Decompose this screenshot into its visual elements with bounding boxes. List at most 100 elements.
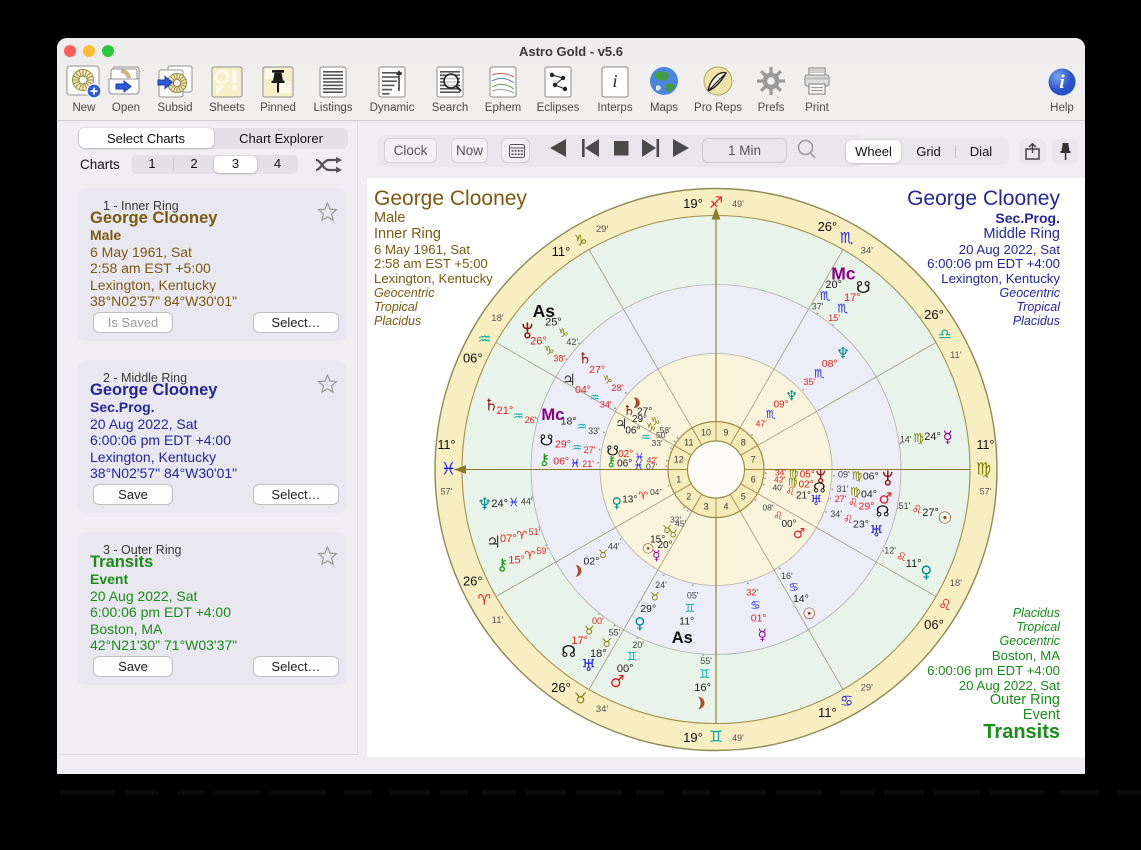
svg-text:51': 51' xyxy=(899,501,911,511)
svg-text:♏: ♏ xyxy=(814,366,824,380)
svg-text:00': 00' xyxy=(592,616,604,626)
svg-text:♈: ♈ xyxy=(638,490,648,503)
svg-text:26': 26' xyxy=(525,415,537,425)
svg-text:♓: ♓ xyxy=(570,456,580,470)
svg-text:45': 45' xyxy=(675,519,686,529)
svg-text:00°: 00° xyxy=(617,663,634,675)
svg-text:06°: 06° xyxy=(463,351,483,366)
svg-text:38': 38' xyxy=(553,354,565,364)
svg-text:51': 51' xyxy=(529,527,541,537)
svg-text:♍: ♍ xyxy=(852,468,862,482)
svg-text:♓: ♓ xyxy=(508,496,519,510)
svg-text:18': 18' xyxy=(950,578,963,589)
svg-text:♈: ♈ xyxy=(517,529,528,543)
svg-text:♆: ♆ xyxy=(477,495,492,514)
svg-text:59': 59' xyxy=(536,546,548,556)
svg-text:♒: ♒ xyxy=(577,420,587,434)
svg-text:34': 34' xyxy=(600,400,612,410)
svg-text:11°: 11° xyxy=(438,438,456,452)
svg-text:06°: 06° xyxy=(924,617,944,632)
svg-text:♂: ♂ xyxy=(610,672,625,691)
svg-text:♍: ♍ xyxy=(850,485,860,499)
svg-text:27°: 27° xyxy=(922,507,939,519)
svg-text:11°: 11° xyxy=(679,616,694,628)
svg-text:28': 28' xyxy=(611,383,623,393)
svg-text:26°: 26° xyxy=(924,307,944,322)
svg-text:♒: ♒ xyxy=(478,330,491,348)
svg-text:♊: ♊ xyxy=(685,601,695,615)
svg-text:As: As xyxy=(672,629,693,647)
svg-text:6: 6 xyxy=(751,475,756,485)
svg-text:34': 34' xyxy=(830,509,842,519)
svg-text:4: 4 xyxy=(723,502,728,512)
svg-text:♑: ♑ xyxy=(574,232,587,250)
svg-text:♍: ♍ xyxy=(976,460,991,480)
svg-text:11°: 11° xyxy=(977,438,995,452)
svg-text:♒: ♒ xyxy=(572,440,582,454)
svg-text:34': 34' xyxy=(861,246,874,257)
svg-text:12': 12' xyxy=(884,546,896,556)
svg-text:7: 7 xyxy=(751,455,756,465)
svg-text:55': 55' xyxy=(700,656,712,666)
svg-text:21': 21' xyxy=(582,459,594,469)
svg-text:24': 24' xyxy=(655,580,667,590)
svg-text:⚷: ⚷ xyxy=(606,454,616,470)
svg-text:☉: ☉ xyxy=(802,605,816,623)
svg-text:18': 18' xyxy=(491,313,504,324)
svg-text:23°: 23° xyxy=(853,518,869,530)
svg-text:10: 10 xyxy=(701,427,711,437)
svg-text:15°: 15° xyxy=(508,554,525,566)
svg-text:♉: ♉ xyxy=(598,547,608,561)
svg-text:21°: 21° xyxy=(796,491,811,502)
svg-text:57': 57' xyxy=(441,487,453,497)
svg-text:♊: ♊ xyxy=(699,667,710,681)
svg-text:18°: 18° xyxy=(561,416,577,428)
svg-text:11: 11 xyxy=(684,437,693,447)
svg-text:♆: ♆ xyxy=(836,345,850,363)
svg-text:14°: 14° xyxy=(793,593,809,605)
svg-text:33': 33' xyxy=(652,438,663,448)
svg-text:27': 27' xyxy=(584,445,596,455)
svg-text:16°: 16° xyxy=(694,682,711,694)
svg-text:05': 05' xyxy=(687,590,699,600)
svg-text:♓: ♓ xyxy=(441,460,456,480)
svg-text:24°: 24° xyxy=(924,431,941,443)
svg-text:♐: ♐ xyxy=(709,193,723,212)
svg-text:♈: ♈ xyxy=(478,591,491,609)
svg-text:06°: 06° xyxy=(553,456,569,468)
svg-text:♂: ♂ xyxy=(879,490,893,508)
svg-text:55': 55' xyxy=(609,627,621,637)
svg-text:11': 11' xyxy=(492,615,504,626)
svg-text:♉: ♉ xyxy=(650,590,660,604)
svg-text:09°: 09° xyxy=(773,400,788,411)
svg-text:00°: 00° xyxy=(781,519,796,530)
svg-text:♌: ♌ xyxy=(773,509,783,522)
svg-text:9: 9 xyxy=(723,427,728,437)
svg-text:32': 32' xyxy=(746,587,758,597)
svg-text:19°: 19° xyxy=(683,730,703,745)
svg-text:♍: ♍ xyxy=(913,431,924,445)
svg-text:♀: ♀ xyxy=(634,615,645,633)
svg-text:15': 15' xyxy=(828,313,840,323)
svg-text:18°: 18° xyxy=(590,648,607,660)
svg-text:26°: 26° xyxy=(463,573,483,588)
svg-text:♅: ♅ xyxy=(870,522,884,540)
svg-text:♏: ♏ xyxy=(766,408,776,421)
svg-text:♈: ♈ xyxy=(525,549,536,563)
svg-text:♀: ♀ xyxy=(920,563,932,582)
svg-text:13°: 13° xyxy=(622,495,637,506)
svg-text:44': 44' xyxy=(521,496,533,506)
svg-text:24°: 24° xyxy=(491,498,508,510)
svg-text:♏: ♏ xyxy=(840,229,854,247)
svg-text:26°: 26° xyxy=(818,219,838,234)
svg-text:08': 08' xyxy=(762,503,773,513)
svg-text:29°: 29° xyxy=(640,603,656,615)
svg-text:♍: ♍ xyxy=(788,467,798,480)
svg-text:34': 34' xyxy=(596,704,609,715)
svg-text:33': 33' xyxy=(588,426,600,436)
svg-text:♌: ♌ xyxy=(912,502,923,516)
svg-text:♋: ♋ xyxy=(840,692,853,710)
svg-text:31': 31' xyxy=(837,484,849,494)
svg-text:20°: 20° xyxy=(657,540,672,551)
svg-text:16': 16' xyxy=(781,571,793,581)
